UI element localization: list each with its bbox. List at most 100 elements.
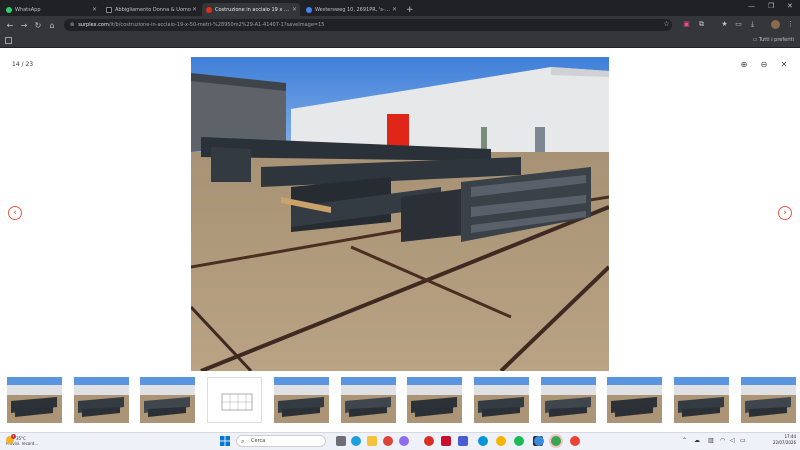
back-icon[interactable]: ←: [3, 21, 17, 30]
app-grid-icon[interactable]: [458, 436, 468, 446]
thumbnail-7[interactable]: [407, 377, 462, 423]
browser-tab-strip: WhatsApp ✕ Abbigliamento Donna & Uomo ✕ …: [0, 0, 800, 16]
apps-grid-icon[interactable]: [5, 37, 12, 44]
thumbnail-12[interactable]: [741, 377, 796, 423]
sidepanel-icon[interactable]: ▭: [734, 20, 743, 29]
all-bookmarks-link[interactable]: ▭ Tutti i preferiti: [753, 37, 795, 43]
shop-icon: [106, 6, 112, 13]
photo-thumbnail: [741, 377, 796, 423]
system-clock[interactable]: 17:44 22/07/2026: [773, 434, 796, 446]
home-icon[interactable]: ⌂: [45, 21, 59, 30]
hp-icon[interactable]: [478, 436, 488, 446]
tab-costruzione[interactable]: Costruzione in acciaio 19 x 50 m ✕: [202, 3, 300, 16]
thumbnail-10[interactable]: [607, 377, 662, 423]
url-path: /it/b/costruzione-in-acciaio-19-x-50-met…: [108, 22, 325, 28]
main-photo: [191, 57, 609, 371]
thumbnail-5[interactable]: [274, 377, 329, 423]
next-image-button[interactable]: ›: [778, 206, 792, 220]
bookmarks-bar: ▭ Tutti i preferiti: [0, 34, 800, 48]
previous-image-button[interactable]: ‹: [8, 206, 22, 220]
taskbar-search[interactable]: ⌕ Cerca: [236, 435, 326, 447]
close-icon[interactable]: ✕: [92, 6, 97, 13]
zoom-in-icon[interactable]: ⊕: [739, 60, 749, 70]
photo-thumbnail: [274, 377, 329, 423]
new-tab-button[interactable]: +: [406, 5, 414, 15]
tab-label: WhatsApp: [15, 6, 41, 13]
chrome-profile-icon[interactable]: [570, 436, 580, 446]
close-icon[interactable]: ✕: [292, 6, 297, 13]
thumbnail-1[interactable]: [7, 377, 62, 423]
thumbnail-4[interactable]: [207, 377, 262, 423]
photo-thumbnail: [140, 377, 195, 423]
profile-avatar[interactable]: [771, 20, 780, 29]
url-host: surplex.com: [78, 22, 109, 28]
thumbnail-9[interactable]: [541, 377, 596, 423]
close-icon[interactable]: ✕: [392, 6, 397, 13]
image-lightbox: 14 / 23 ⊕ ⊖ ✕ ‹ ›: [0, 48, 800, 432]
tab-whatsapp[interactable]: WhatsApp ✕: [2, 3, 100, 16]
volume-icon[interactable]: ◁: [730, 437, 735, 444]
edge-icon[interactable]: [351, 436, 361, 446]
spotify-icon[interactable]: [514, 436, 524, 446]
photo-thumbnail: [7, 377, 62, 423]
battery-icon[interactable]: ▭: [740, 437, 746, 444]
photo-thumbnail: [474, 377, 529, 423]
search-placeholder: Cerca: [251, 438, 266, 444]
address-bar[interactable]: ⊜ surplex.com /it/b/costruzione-in-accia…: [64, 19, 672, 31]
onedrive-icon[interactable]: ☁: [694, 437, 700, 444]
menu-icon[interactable]: ⋮: [786, 20, 795, 29]
photo-thumbnail: [341, 377, 396, 423]
photo-thumbnail: [407, 377, 462, 423]
chrome-active-icon[interactable]: [551, 436, 561, 446]
all-bookmarks-label: Tutti i preferiti: [758, 37, 794, 43]
zoom-out-icon[interactable]: ⊖: [759, 60, 769, 70]
photo-thumbnail: [541, 377, 596, 423]
bookmark-star-icon[interactable]: ☆: [662, 20, 671, 29]
tab-westersweg[interactable]: Westersweg 10, 2691PR, 's-Grav ✕: [302, 3, 400, 16]
surplex-icon: [206, 6, 212, 13]
download-icon[interactable]: ⤓: [748, 20, 757, 29]
window-close-icon[interactable]: ✕: [787, 2, 793, 10]
thumbnail-11[interactable]: [674, 377, 729, 423]
google-icon: [306, 6, 312, 13]
forward-icon[interactable]: →: [17, 21, 31, 30]
windows-taskbar: 1 35°C Previsi. record... ⌕ Cerca ⌃ ☁ ▥ …: [0, 432, 800, 450]
copilot-icon[interactable]: [399, 436, 409, 446]
close-icon[interactable]: ✕: [192, 6, 197, 13]
maximize-icon[interactable]: ❐: [768, 2, 774, 10]
minimize-icon[interactable]: —: [748, 2, 755, 10]
thumbnail-8[interactable]: [474, 377, 529, 423]
tray-chevron-icon[interactable]: ⌃: [682, 437, 687, 444]
notification-badge: 1: [11, 434, 16, 439]
tray-app-icon[interactable]: ▥: [708, 437, 714, 444]
windows-start-icon[interactable]: [220, 436, 230, 446]
file-explorer-icon[interactable]: [367, 436, 377, 446]
photo-thumbnail: [607, 377, 662, 423]
bookmarks-icon[interactable]: ★: [720, 20, 729, 29]
reload-icon[interactable]: ↻: [31, 21, 45, 30]
help-icon[interactable]: [424, 436, 434, 446]
weather-widget[interactable]: 1 35°C Previsi. record...: [6, 434, 38, 446]
task-view-icon[interactable]: [336, 436, 346, 446]
tab-label: Westersweg 10, 2691PR, 's-Grav: [315, 6, 391, 13]
tab-label: Abbigliamento Donna & Uomo: [115, 6, 191, 13]
network-app-icon[interactable]: [534, 436, 544, 446]
photo-thumbnail: [674, 377, 729, 423]
tab-label: Costruzione in acciaio 19 x 50 m: [215, 6, 291, 13]
drawing-thumbnail: [221, 393, 253, 411]
thumbnail-2[interactable]: [74, 377, 129, 423]
chrome-icon[interactable]: [496, 436, 506, 446]
wifi-icon[interactable]: ◠: [720, 437, 725, 444]
chrome-icon[interactable]: [383, 436, 393, 446]
tab-abbigliamento[interactable]: Abbigliamento Donna & Uomo ✕: [102, 3, 200, 16]
steel-structure-photo: [191, 57, 609, 371]
thumbnail-strip: [0, 377, 800, 423]
thumbnail-6[interactable]: [341, 377, 396, 423]
clock-date: 22/07/2026: [772, 440, 796, 445]
screen-share-icon[interactable]: ▣: [682, 20, 691, 29]
thumbnail-3[interactable]: [140, 377, 195, 423]
extensions-icon[interactable]: ⧉: [697, 20, 706, 29]
mcafee-icon[interactable]: [441, 436, 451, 446]
site-info-icon[interactable]: ⊜: [70, 22, 74, 28]
close-viewer-icon[interactable]: ✕: [779, 60, 789, 70]
